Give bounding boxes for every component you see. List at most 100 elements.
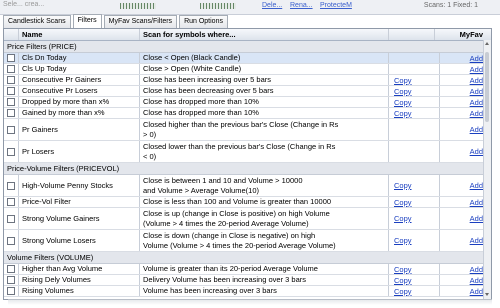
row-checkbox[interactable] bbox=[7, 287, 15, 295]
row-checkbox-cell bbox=[4, 108, 19, 118]
add-to-favorites-link[interactable]: Add bbox=[470, 276, 483, 285]
table-row[interactable]: Higher than Avg Volume Volume is greater … bbox=[4, 264, 491, 275]
row-checkbox[interactable] bbox=[7, 87, 15, 95]
copy-link[interactable]: Copy bbox=[394, 265, 412, 274]
scan-count-text: Scans: 1 Fixed: 1 bbox=[423, 2, 478, 9]
group-header[interactable]: Volume Filters (VOLUME) bbox=[4, 252, 491, 264]
scroll-down-arrow-icon[interactable] bbox=[485, 293, 489, 296]
group-header[interactable]: Price Filters (PRICE) bbox=[4, 41, 491, 53]
table-row[interactable]: Cls Up Today Close > Open (White Candle) A… bbox=[4, 64, 491, 75]
copy-link[interactable]: Copy bbox=[394, 98, 412, 107]
row-checkbox-cell bbox=[4, 64, 19, 74]
add-to-favorites-link[interactable]: Add bbox=[470, 236, 483, 245]
copy-link[interactable]: Copy bbox=[394, 87, 412, 96]
add-to-favorites-link[interactable]: Add bbox=[470, 109, 483, 118]
copy-link[interactable]: Copy bbox=[394, 181, 412, 190]
copy-link[interactable]: Copy bbox=[394, 287, 412, 296]
table-row[interactable]: Consecutive Pr Losers Close has been decr… bbox=[4, 86, 491, 97]
filter-name: Pr Gainers bbox=[19, 119, 140, 140]
copy-cell: Copy bbox=[389, 86, 440, 96]
table-row[interactable]: High-Volume Penny Stocks Close is between… bbox=[4, 175, 491, 197]
scan-column-header[interactable]: Scan for symbols where... bbox=[140, 29, 389, 40]
copy-link[interactable]: Copy bbox=[394, 109, 412, 118]
vertical-scrollbar[interactable] bbox=[483, 40, 491, 299]
row-checkbox[interactable] bbox=[7, 65, 15, 73]
filter-condition: Volume has been increasing over 3 bars bbox=[140, 286, 389, 296]
filter-name: High-Volume Penny Stocks bbox=[19, 175, 140, 196]
copy-link[interactable]: Copy bbox=[394, 236, 412, 245]
filter-name: Strong Volume Gainers bbox=[19, 208, 140, 229]
myfav-column-header[interactable]: MyFav bbox=[435, 29, 491, 40]
copy-link[interactable]: Copy bbox=[394, 198, 412, 207]
tab-filters[interactable]: Filters bbox=[72, 14, 102, 29]
add-to-favorites-link[interactable]: Add bbox=[470, 198, 483, 207]
table-row[interactable]: Dropped by more than x% Close has dropped… bbox=[4, 97, 491, 108]
filter-name: Pr Losers bbox=[19, 141, 140, 162]
row-checkbox[interactable] bbox=[7, 265, 15, 273]
copy-cell: Copy bbox=[389, 264, 440, 274]
row-checkbox[interactable] bbox=[7, 147, 15, 156]
add-to-favorites-link[interactable]: Add bbox=[470, 54, 483, 63]
filter-condition: Close has been decreasing over 5 bars bbox=[140, 86, 389, 96]
add-to-favorites-link[interactable]: Add bbox=[470, 214, 483, 223]
copy-cell bbox=[389, 119, 440, 140]
row-checkbox[interactable] bbox=[7, 236, 15, 245]
add-to-favorites-link[interactable]: Add bbox=[470, 287, 483, 296]
table-row[interactable]: Strong Volume Gainers Close is up (change… bbox=[4, 208, 491, 230]
protected-link[interactable]: ProtecteM bbox=[320, 2, 352, 9]
copy-link[interactable]: Copy bbox=[394, 276, 412, 285]
filter-condition: Volume is greater than its 20-period Ave… bbox=[140, 264, 389, 274]
scroll-up-arrow-icon[interactable] bbox=[485, 42, 489, 45]
row-checkbox[interactable] bbox=[7, 214, 15, 223]
top-toolbar-strip: Sele... crea... Dele... Rena... Protecte… bbox=[0, 0, 500, 15]
mini-chart-thumbnail bbox=[200, 3, 236, 9]
name-column-header[interactable]: Name bbox=[19, 29, 140, 40]
row-checkbox[interactable] bbox=[7, 109, 15, 117]
row-checkbox[interactable] bbox=[7, 54, 15, 62]
add-to-favorites-link[interactable]: Add bbox=[470, 181, 483, 190]
row-checkbox[interactable] bbox=[7, 76, 15, 84]
row-checkbox-cell bbox=[4, 97, 19, 107]
add-to-favorites-link[interactable]: Add bbox=[470, 76, 483, 85]
add-to-favorites-link[interactable]: Add bbox=[470, 65, 483, 74]
rename-link[interactable]: Rena... bbox=[290, 2, 313, 9]
filter-name: Gained by more than x% bbox=[19, 108, 140, 118]
row-checkbox[interactable] bbox=[7, 198, 15, 206]
table-row[interactable]: Cls Dn Today Close < Open (Black Candle) A… bbox=[4, 53, 491, 64]
add-to-favorites-link[interactable]: Add bbox=[470, 98, 483, 107]
tab-run-options[interactable]: Run Options bbox=[179, 15, 228, 28]
table-row[interactable]: Gained by more than x% Close has dropped … bbox=[4, 108, 491, 119]
delete-link[interactable]: Dele... bbox=[262, 2, 282, 9]
copy-cell: Copy bbox=[389, 208, 440, 229]
filter-condition: Close has dropped more than 10% bbox=[140, 97, 389, 107]
table-row[interactable]: Rising Dely Volumes Delivery Volume has b… bbox=[4, 275, 491, 286]
row-checkbox[interactable] bbox=[7, 181, 15, 190]
mini-chart-thumbnail bbox=[120, 3, 156, 9]
row-checkbox[interactable] bbox=[7, 98, 15, 106]
filter-condition: Close is down (change in Close is negati… bbox=[140, 230, 389, 251]
scrollbar-thumb[interactable] bbox=[485, 52, 489, 122]
copy-link[interactable]: Copy bbox=[394, 214, 412, 223]
table-row[interactable]: Price-Vol Filter Close is less than 100 a… bbox=[4, 197, 491, 208]
table-row[interactable]: Pr Gainers Closed higher than the previou… bbox=[4, 119, 491, 141]
row-checkbox[interactable] bbox=[7, 276, 15, 284]
tab-candlestick-scans[interactable]: Candlestick Scans bbox=[3, 15, 71, 28]
row-checkbox-cell bbox=[4, 175, 19, 196]
tab-myfav-scans-filters[interactable]: MyFav Scans/Filters bbox=[103, 15, 178, 28]
add-to-favorites-link[interactable]: Add bbox=[470, 87, 483, 96]
row-checkbox[interactable] bbox=[7, 125, 15, 134]
checkbox-column-header bbox=[4, 29, 19, 40]
grid-header: Name Scan for symbols where... MyFav bbox=[4, 29, 491, 41]
table-row[interactable]: Consecutive Pr Gainers Close has been inc… bbox=[4, 75, 491, 86]
table-row[interactable]: Pr Losers Closed lower than the previous … bbox=[4, 141, 491, 163]
add-to-favorites-link[interactable]: Add bbox=[470, 265, 483, 274]
filter-condition: Close is less than 100 and Volume is gre… bbox=[140, 197, 389, 207]
copy-link[interactable]: Copy bbox=[394, 76, 412, 85]
row-checkbox-cell bbox=[4, 264, 19, 274]
table-row[interactable]: Rising Volumes Volume has been increasing… bbox=[4, 286, 491, 297]
group-header[interactable]: Price-Volume Filters (PRICEVOL) bbox=[4, 163, 491, 175]
filter-name: Strong Volume Losers bbox=[19, 230, 140, 251]
table-row[interactable]: Strong Volume Losers Close is down (chang… bbox=[4, 230, 491, 252]
add-to-favorites-link[interactable]: Add bbox=[470, 147, 483, 156]
add-to-favorites-link[interactable]: Add bbox=[470, 125, 483, 134]
